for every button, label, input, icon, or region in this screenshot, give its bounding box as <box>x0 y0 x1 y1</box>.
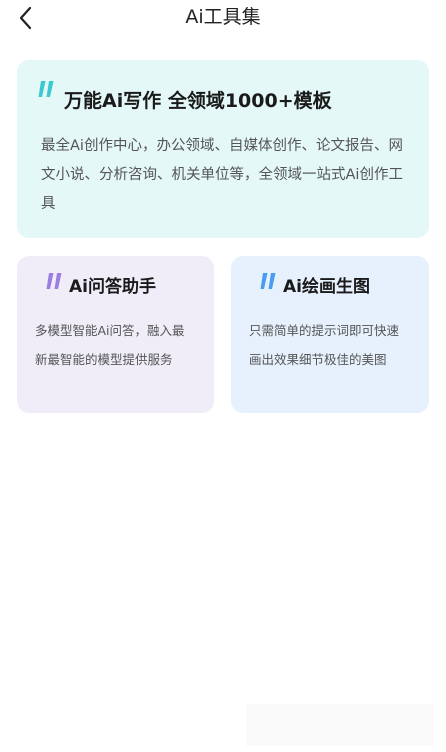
quote-icon <box>46 273 62 289</box>
watermark-area <box>246 704 434 746</box>
quote-icon <box>38 81 54 97</box>
ai-writing-card[interactable]: 万能Ai写作 全领域1000+模板 最全Ai创作中心，办公领域、自媒体创作、论文… <box>17 60 429 238</box>
card-description: 多模型智能Ai问答，融入最新最智能的模型提供服务 <box>35 323 185 367</box>
ai-chat-card[interactable]: Ai问答助手 多模型智能Ai问答，融入最新最智能的模型提供服务 <box>17 256 214 413</box>
card-description: 只需简单的提示词即可快速画出效果细节极佳的美图 <box>249 323 400 367</box>
top-bar: Ai工具集 <box>0 0 446 40</box>
card-title: 万能Ai写作 全领域1000+模板 <box>64 90 332 112</box>
ai-draw-card[interactable]: Ai绘画生图 只需简单的提示词即可快速画出效果细节极佳的美图 <box>231 256 429 413</box>
quote-icon <box>260 273 276 289</box>
card-title: Ai问答助手 <box>69 277 156 297</box>
card-description: 最全Ai创作中心，办公领域、自媒体创作、论文报告、网文小说、分析咨询、机关单位等… <box>41 138 403 212</box>
page-title: Ai工具集 <box>185 6 261 28</box>
card-title: Ai绘画生图 <box>283 277 370 297</box>
